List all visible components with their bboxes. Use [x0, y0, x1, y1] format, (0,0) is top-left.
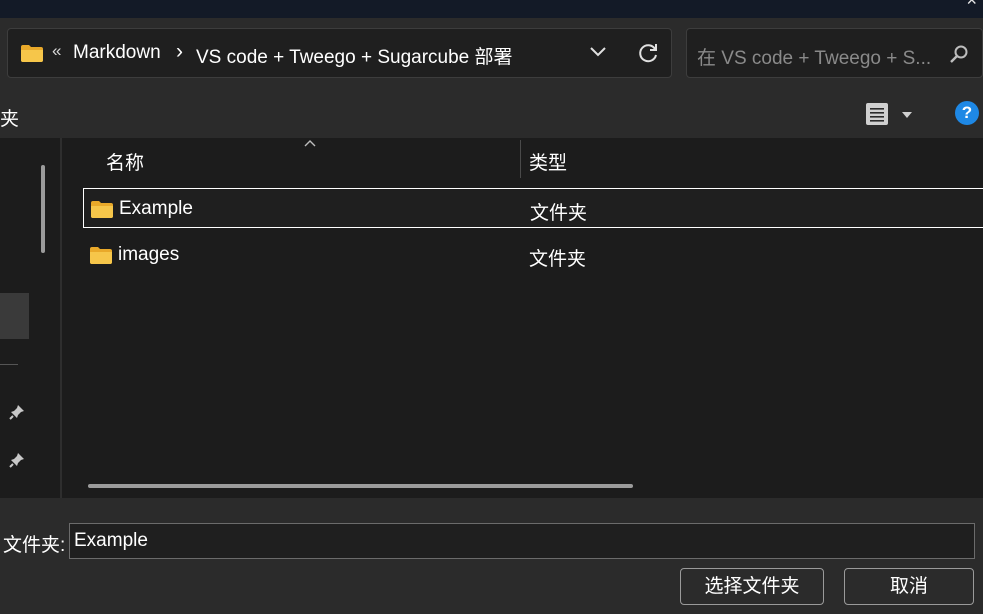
search-placeholder: 在 VS code + Tweego + S... [697, 48, 932, 69]
cancel-button[interactable]: 取消 [844, 568, 974, 605]
address-bar[interactable]: « Markdown › VS code + Tweego + Sugarcub… [7, 28, 672, 78]
column-header-name[interactable]: 名称 [106, 148, 144, 175]
file-type: 文件夹 [529, 249, 587, 270]
navigation-pane-selected-item[interactable] [0, 293, 29, 339]
folder-field-label: 文件夹: [3, 535, 66, 556]
view-dropdown-icon[interactable] [902, 112, 912, 118]
breadcrumb-markdown[interactable]: Markdown [73, 42, 161, 64]
navigation-pane-scrollbar[interactable] [41, 165, 45, 253]
chevron-down-icon[interactable] [588, 45, 608, 59]
folder-icon [90, 247, 112, 264]
breadcrumb-current-folder[interactable]: VS code + Tweego + Sugarcube 部署 [196, 42, 513, 69]
select-folder-button[interactable]: 选择文件夹 [680, 568, 824, 605]
folder-icon [21, 45, 43, 62]
sort-caret-icon [304, 140, 316, 147]
help-icon[interactable]: ? [955, 101, 979, 125]
file-name: Example [119, 198, 193, 219]
column-header-type[interactable]: 类型 [529, 148, 567, 175]
horizontal-scrollbar[interactable] [88, 484, 633, 488]
file-name: images [118, 244, 180, 265]
pin-icon[interactable] [8, 403, 26, 421]
search-box[interactable]: 在 VS code + Tweego + S... [686, 28, 983, 78]
command-bar: 夹 [0, 92, 983, 138]
file-row-example[interactable]: Example 文件夹 [83, 188, 983, 228]
file-row-images[interactable]: images 文件夹 [83, 235, 983, 275]
folder-name-input[interactable] [69, 523, 975, 559]
column-divider[interactable] [520, 140, 521, 178]
folder-icon [91, 201, 113, 218]
refresh-icon[interactable] [636, 41, 660, 65]
view-options-icon[interactable] [864, 101, 890, 127]
title-bar: × [0, 0, 983, 18]
file-type: 文件夹 [530, 203, 588, 224]
navigation-pane-divider [0, 364, 18, 365]
search-icon[interactable] [949, 44, 969, 64]
breadcrumb-separator: › [176, 40, 183, 63]
pane-divider[interactable] [60, 138, 62, 498]
breadcrumb-overflow-icon[interactable]: « [52, 41, 61, 61]
pin-icon[interactable] [8, 451, 26, 469]
command-bar-partial-label[interactable]: 夹 [0, 104, 19, 131]
close-icon[interactable]: × [966, 0, 977, 11]
